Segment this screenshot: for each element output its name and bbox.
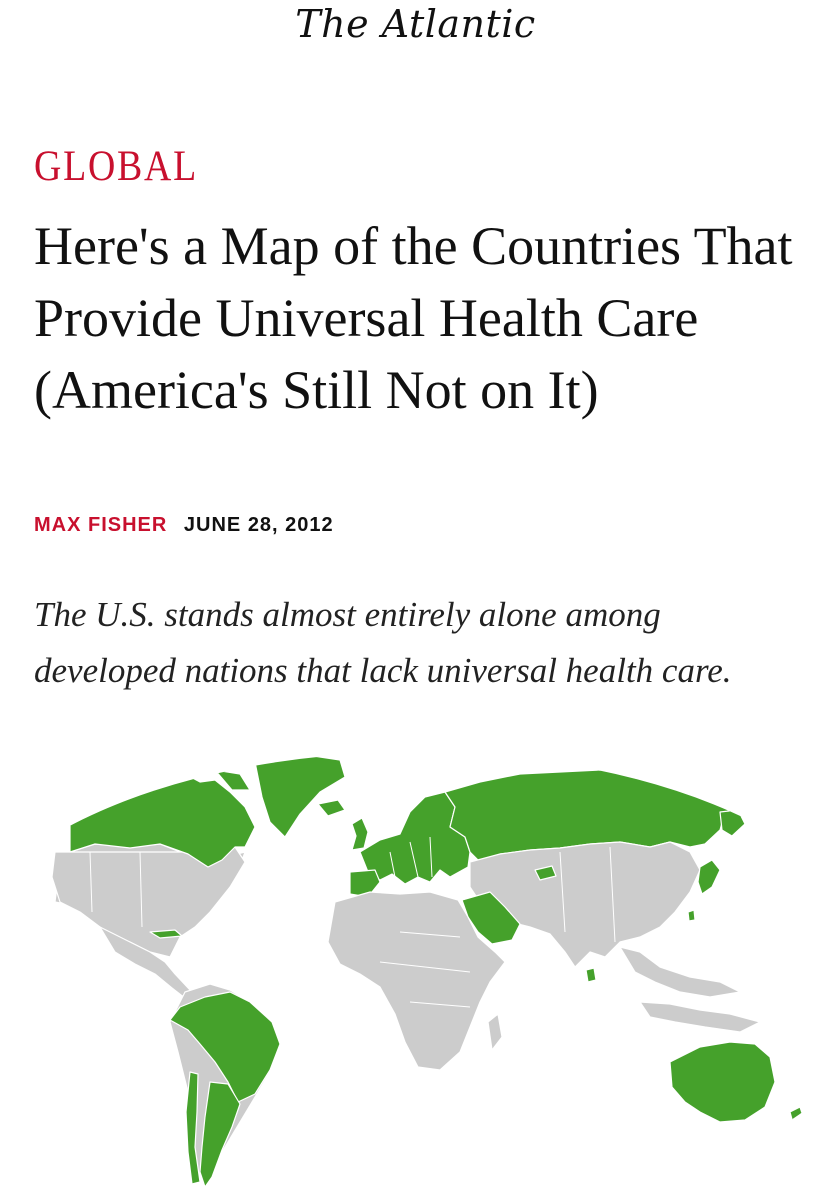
byline: Max Fisher June 28, 2012 [34, 514, 334, 537]
map-australia [669, 1041, 776, 1123]
map-asia-gray [469, 841, 701, 968]
author-link[interactable]: Max Fisher [34, 514, 167, 536]
map-kamchatka [719, 809, 746, 837]
map-madagascar [487, 1013, 503, 1051]
article-headline: Here's a Map of the Countries That Provi… [34, 216, 793, 420]
map-greenland [254, 753, 346, 838]
publish-date: June 28, 2012 [183, 514, 334, 536]
map-southeast-asia-gray [619, 946, 741, 998]
world-map [0, 752, 831, 1192]
map-new-zealand [779, 1106, 806, 1157]
map-sri-lanka [585, 967, 597, 983]
map-iceland [317, 799, 346, 817]
article-dek: The U.S. stands almost entirely alone am… [34, 595, 732, 690]
masthead-logo[interactable]: The Atlantic [0, 2, 831, 46]
map-japan [697, 859, 721, 895]
section-label[interactable]: Global [34, 142, 198, 191]
map-indonesia-gray [639, 1001, 761, 1033]
map-taiwan [687, 909, 696, 922]
map-uk [351, 817, 369, 851]
